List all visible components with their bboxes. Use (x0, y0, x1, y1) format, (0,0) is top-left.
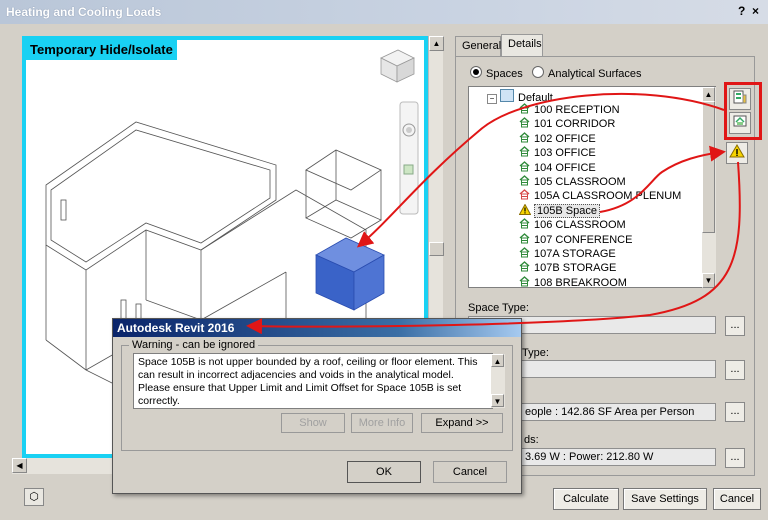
electrical-loads-value: 3.69 W : Power: 212.80 W (525, 451, 654, 463)
tree-item[interactable]: 105B Space (518, 203, 600, 218)
tree-item-label: 105B Space (534, 203, 600, 218)
tree-item[interactable]: 107 CONFERENCE (519, 232, 633, 247)
dialog-title: Autodesk Revit 2016 (113, 319, 521, 337)
cancel-button[interactable]: Cancel (713, 488, 761, 510)
window-title: Heating and Cooling Loads (6, 5, 162, 19)
window-title-bar: Heating and Cooling Loads ? × (0, 0, 768, 24)
tree-item-label: 100 RECEPTION (534, 104, 620, 116)
tree-item[interactable]: 105A CLASSROOM PLENUM (519, 189, 681, 203)
analytical-surfaces-radio-label: Analytical Surfaces (548, 68, 642, 80)
spaces-radio[interactable]: Spaces (470, 66, 523, 80)
scroll-thumb[interactable] (702, 101, 715, 233)
warning-group-label: Warning - can be ignored (129, 339, 259, 351)
tree-item[interactable]: 104 OFFICE (519, 160, 596, 175)
loads-label: ds: (524, 434, 539, 446)
space-house-icon (519, 117, 530, 128)
space-house-icon (519, 131, 530, 143)
help-button[interactable]: ? (738, 4, 745, 18)
scroll-thumb[interactable] (429, 242, 444, 256)
tree-item-label: 108 BREAKROOM (534, 276, 627, 288)
tree-item-label: 107 CONFERENCE (534, 233, 633, 246)
tree-root[interactable]: − Default (487, 89, 553, 104)
warning-icon[interactable] (726, 142, 748, 164)
expand-button[interactable]: Expand >> (421, 413, 503, 433)
space-house-icon (519, 232, 530, 244)
tree-item[interactable]: 107B STORAGE (519, 261, 616, 275)
tree-item-label: 101 CORRIDOR (534, 118, 616, 131)
scroll-down-icon[interactable]: ▼ (702, 273, 715, 288)
tree-item[interactable]: 108 BREAKROOM (519, 275, 627, 288)
people-value: eople : 142.86 SF Area per Person (525, 406, 695, 418)
people-browse-button[interactable]: ... (725, 402, 745, 422)
tree-item[interactable]: 107A STORAGE (519, 247, 616, 261)
view-cube (380, 49, 415, 83)
space-tree[interactable]: − Default 100 RECEPTION 101 CORRIDOR 102 OF… (468, 86, 716, 288)
plenum-house-icon (519, 189, 530, 200)
construction-type-label: Type: (522, 347, 549, 359)
warning-message: Space 105B is not upper bounded by a roo… (133, 353, 493, 409)
space-house-icon (519, 218, 530, 229)
close-button[interactable]: × (752, 4, 759, 18)
tab-general[interactable]: General (455, 36, 501, 56)
scroll-up-icon[interactable]: ▲ (429, 36, 444, 51)
view-cube-toggle-icon[interactable]: ⬡ (24, 488, 44, 506)
space-type-label: Space Type: (468, 302, 529, 314)
warning-scrollbar[interactable]: ▲ ▼ (491, 354, 505, 408)
collapse-icon[interactable]: − (487, 94, 497, 104)
space-type-browse-button[interactable]: ... (725, 316, 745, 336)
space-house-icon (519, 146, 530, 157)
tree-item-label: 104 OFFICE (534, 161, 596, 174)
highlight-space-icon[interactable] (729, 88, 751, 110)
tree-item[interactable]: 105 CLASSROOM (519, 175, 626, 189)
tree-item-label: 105 CLASSROOM (534, 176, 626, 188)
revit-warning-dialog: Autodesk Revit 2016 Warning - can be ign… (112, 318, 522, 494)
scroll-up-icon[interactable]: ▲ (702, 87, 715, 102)
tab-details[interactable]: Details (501, 34, 543, 56)
analytical-surfaces-radio[interactable]: Analytical Surfaces (532, 66, 642, 80)
tree-item-label: 106 CLASSROOM (534, 219, 626, 232)
scroll-down-icon[interactable]: ▼ (491, 394, 504, 407)
tree-item[interactable]: 103 OFFICE (519, 146, 596, 160)
tree-item[interactable]: 100 RECEPTION (519, 103, 620, 117)
tree-item-label: 107B STORAGE (534, 262, 617, 275)
ok-button[interactable]: OK (347, 461, 421, 483)
more-info-button[interactable]: More Info (351, 413, 413, 433)
tree-item-label: 102 OFFICE (534, 132, 596, 145)
scroll-up-icon[interactable]: ▲ (491, 354, 504, 367)
calculate-button[interactable]: Calculate (553, 488, 619, 510)
electrical-loads-browse-button[interactable]: ... (725, 448, 745, 468)
tree-item-label: 103 OFFICE (534, 147, 596, 160)
tree-item[interactable]: 106 CLASSROOM (519, 218, 626, 232)
tree-item-label: 107A STORAGE (534, 248, 616, 260)
navigation-bar (399, 101, 419, 215)
isolate-space-icon[interactable] (729, 112, 751, 134)
tree-item[interactable]: 101 CORRIDOR (519, 117, 615, 131)
save-settings-button[interactable]: Save Settings (623, 488, 707, 510)
warning-icon (518, 203, 532, 215)
scroll-left-icon[interactable]: ◀ (12, 458, 27, 473)
construction-type-browse-button[interactable]: ... (725, 360, 745, 380)
tree-scrollbar[interactable]: ▲ ▼ (702, 87, 716, 288)
spaces-radio-label: Spaces (486, 68, 523, 80)
model-folder-icon (500, 89, 514, 102)
dialog-cancel-button[interactable]: Cancel (433, 461, 507, 483)
tree-item[interactable]: 102 OFFICE (519, 131, 596, 146)
space-house-icon (519, 247, 530, 258)
radio-selected-icon[interactable] (470, 66, 482, 78)
space-house-icon (519, 175, 530, 186)
radio-unselected-icon[interactable] (532, 66, 544, 78)
space-house-icon (519, 275, 530, 287)
space-house-icon (519, 103, 530, 114)
tree-item-label: 105A CLASSROOM PLENUM (534, 190, 682, 203)
space-house-icon (519, 160, 530, 172)
selected-space-105b (315, 237, 385, 311)
space-house-icon (519, 261, 530, 272)
show-button[interactable]: Show (281, 413, 345, 433)
